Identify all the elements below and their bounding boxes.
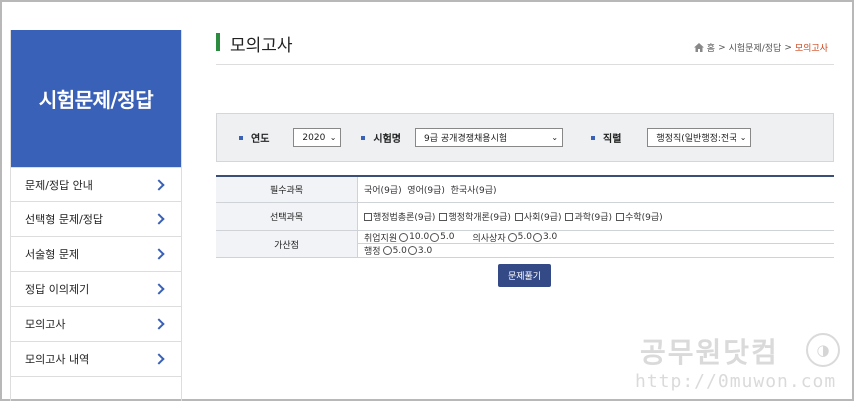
- elective-subjects-header: 선택과목: [216, 203, 358, 230]
- sidebar-item-essay[interactable]: 서술형 문제: [11, 237, 181, 272]
- chevron-down-icon: ⌄: [329, 133, 337, 142]
- elective-option[interactable]: 행정법총론(9급): [364, 210, 435, 223]
- checkbox[interactable]: [364, 212, 372, 221]
- job-select-value: 행정직(일반행정:전국: [656, 134, 736, 144]
- exam-label-text: 시험명: [373, 134, 402, 145]
- sidebar-item-label: 선택형 문제/정답: [25, 213, 104, 226]
- elective-option[interactable]: 수학(9급): [616, 210, 663, 223]
- bonus-employment-label: 취업지원: [364, 233, 398, 244]
- elective-subjects-options: 행정법총론(9급) 행정학개론(9급) 사회(9급) 과학(9급) 수학(9급): [358, 203, 834, 230]
- required-subjects-value: 국어(9급) 영어(9급) 한국사(9급): [364, 186, 497, 196]
- radio[interactable]: [430, 232, 440, 242]
- sidebar-item-label: 모의고사: [25, 318, 66, 331]
- radio[interactable]: [407, 246, 417, 255]
- bonus-line: 취업지원 10.0 5.0 의사상자 5.0 3.0: [358, 231, 834, 244]
- bonus-line: 행정 5.0 3.0: [358, 244, 433, 258]
- required-subjects-header: 필수과목: [216, 177, 358, 202]
- bonus-injured-label: 의사상자: [472, 233, 506, 244]
- breadcrumb: 홈 > 시험문제/정답 > 모의고사: [693, 41, 828, 54]
- breadcrumb-current: 모의고사: [794, 44, 828, 54]
- job-label-text: 직렬: [603, 134, 622, 145]
- radio-label: 5.0: [517, 232, 532, 242]
- radio-label: 3.0: [417, 245, 433, 256]
- year-label: 연도: [239, 130, 269, 145]
- year-select[interactable]: 2020 ⌄: [293, 128, 342, 147]
- chevron-right-icon: [153, 353, 165, 365]
- year-label-text: 연도: [251, 134, 270, 145]
- sidebar-item-label: 모의고사 내역: [25, 353, 90, 366]
- chevron-down-icon: ⌄: [551, 133, 559, 142]
- sidebar: 시험문제/정답 문제/정답 안내 선택형 문제/정답 서술형 문제 정답 이의제…: [10, 30, 182, 401]
- chevron-right-icon: [153, 283, 165, 295]
- table-row: 필수과목 국어(9급) 영어(9급) 한국사(9급): [216, 177, 834, 203]
- radio-label: 5.0: [440, 232, 455, 242]
- chevron-right-icon: [153, 248, 165, 260]
- radio[interactable]: [382, 246, 392, 255]
- radio[interactable]: [399, 232, 409, 242]
- breadcrumb-home[interactable]: 홈: [707, 41, 715, 54]
- page-title: 모의고사: [230, 36, 293, 56]
- sidebar-item-label: 서술형 문제: [25, 248, 80, 261]
- elective-option-label: 수학(9급): [625, 213, 663, 223]
- watermark-text: 공무원닷컴: [640, 336, 779, 369]
- elective-option-label: 사회(9급): [523, 213, 562, 223]
- elective-option-label: 행정학개론(9급): [448, 213, 511, 223]
- radio-label: 5.0: [392, 245, 407, 256]
- table-row: 선택과목 행정법총론(9급) 행정학개론(9급) 사회(9급) 과학(9급) 수…: [216, 203, 834, 231]
- radio[interactable]: [532, 232, 542, 242]
- elective-option-label: 과학(9급): [574, 213, 613, 223]
- elective-option[interactable]: 사회(9급): [514, 210, 562, 223]
- sidebar-item-objection[interactable]: 정답 이의제기: [11, 272, 181, 307]
- bullet-square-icon: [361, 135, 366, 140]
- subjects-table: 필수과목 국어(9급) 영어(9급) 한국사(9급) 선택과목 행정법총론(9급…: [216, 175, 834, 258]
- sidebar-item-mock-history[interactable]: 모의고사 내역: [11, 342, 181, 377]
- home-icon[interactable]: [693, 43, 704, 52]
- chevron-right-icon: [153, 178, 165, 191]
- bullet-square-icon: [591, 135, 596, 140]
- chevron-down-icon: ⌄: [739, 133, 747, 142]
- checkbox[interactable]: [565, 212, 574, 221]
- sidebar-item-label: 문제/정답 안내: [25, 178, 93, 192]
- elective-option[interactable]: 행정학개론(9급): [439, 210, 511, 223]
- exam-label: 시험명: [361, 130, 401, 145]
- elective-option[interactable]: 과학(9급): [565, 210, 612, 223]
- sidebar-title: 시험문제/정답: [11, 30, 181, 167]
- title-accent-bar: [216, 33, 220, 51]
- checkbox[interactable]: [439, 212, 448, 221]
- sidebar-item-guide[interactable]: 문제/정답 안내: [11, 167, 181, 202]
- sidebar-item-multiple-choice[interactable]: 선택형 문제/정답: [11, 202, 181, 237]
- watermark-url: http://0muwon.com: [635, 371, 837, 392]
- bonus-points-options: 취업지원 10.0 5.0 의사상자 5.0 3.0 행정 5.0 3.0: [358, 231, 834, 257]
- exam-select-value: 9급 공개경쟁채용시험: [424, 134, 508, 144]
- exam-select[interactable]: 9급 공개경쟁채용시험 ⌄: [415, 128, 564, 147]
- bullet-square-icon: [239, 135, 243, 140]
- breadcrumb-separator: >: [718, 42, 726, 53]
- job-label: 직렬: [591, 130, 621, 145]
- chevron-right-icon: [153, 213, 165, 225]
- elective-option-label: 행정법총론(9급): [373, 213, 436, 223]
- sidebar-item-mock-exam[interactable]: 모의고사: [11, 307, 181, 342]
- radio[interactable]: [507, 232, 517, 242]
- bonus-admin-label: 행정: [364, 247, 381, 257]
- sidebar-item-label: 정답 이의제기: [25, 283, 90, 296]
- filter-panel: 연도 2020 ⌄ 시험명 9급 공개경쟁채용시험 ⌄ 직렬 행정직(일반행정:…: [216, 113, 834, 162]
- radio-label: 10.0: [409, 232, 430, 242]
- bonus-points-header: 가산점: [216, 231, 358, 257]
- page-header: 모의고사 홈 > 시험문제/정답 > 모의고사: [216, 32, 834, 65]
- solve-problems-button[interactable]: 문제풀기: [498, 264, 551, 287]
- sidebar-menu: 문제/정답 안내 선택형 문제/정답 서술형 문제 정답 이의제기 모의고사 모…: [11, 167, 181, 377]
- year-select-value: 2020: [302, 132, 326, 143]
- watermark-logo-icon: ◑: [806, 333, 840, 367]
- breadcrumb-separator: >: [784, 42, 792, 53]
- checkbox[interactable]: [616, 212, 625, 221]
- radio-label: 3.0: [542, 232, 558, 242]
- table-row: 가산점 취업지원 10.0 5.0 의사상자 5.0 3.0 행정 5.0 3.…: [216, 231, 834, 258]
- chevron-right-icon: [153, 318, 165, 330]
- breadcrumb-level1[interactable]: 시험문제/정답: [729, 41, 782, 54]
- job-select[interactable]: 행정직(일반행정:전국 ⌄: [647, 128, 752, 147]
- checkbox[interactable]: [514, 212, 523, 221]
